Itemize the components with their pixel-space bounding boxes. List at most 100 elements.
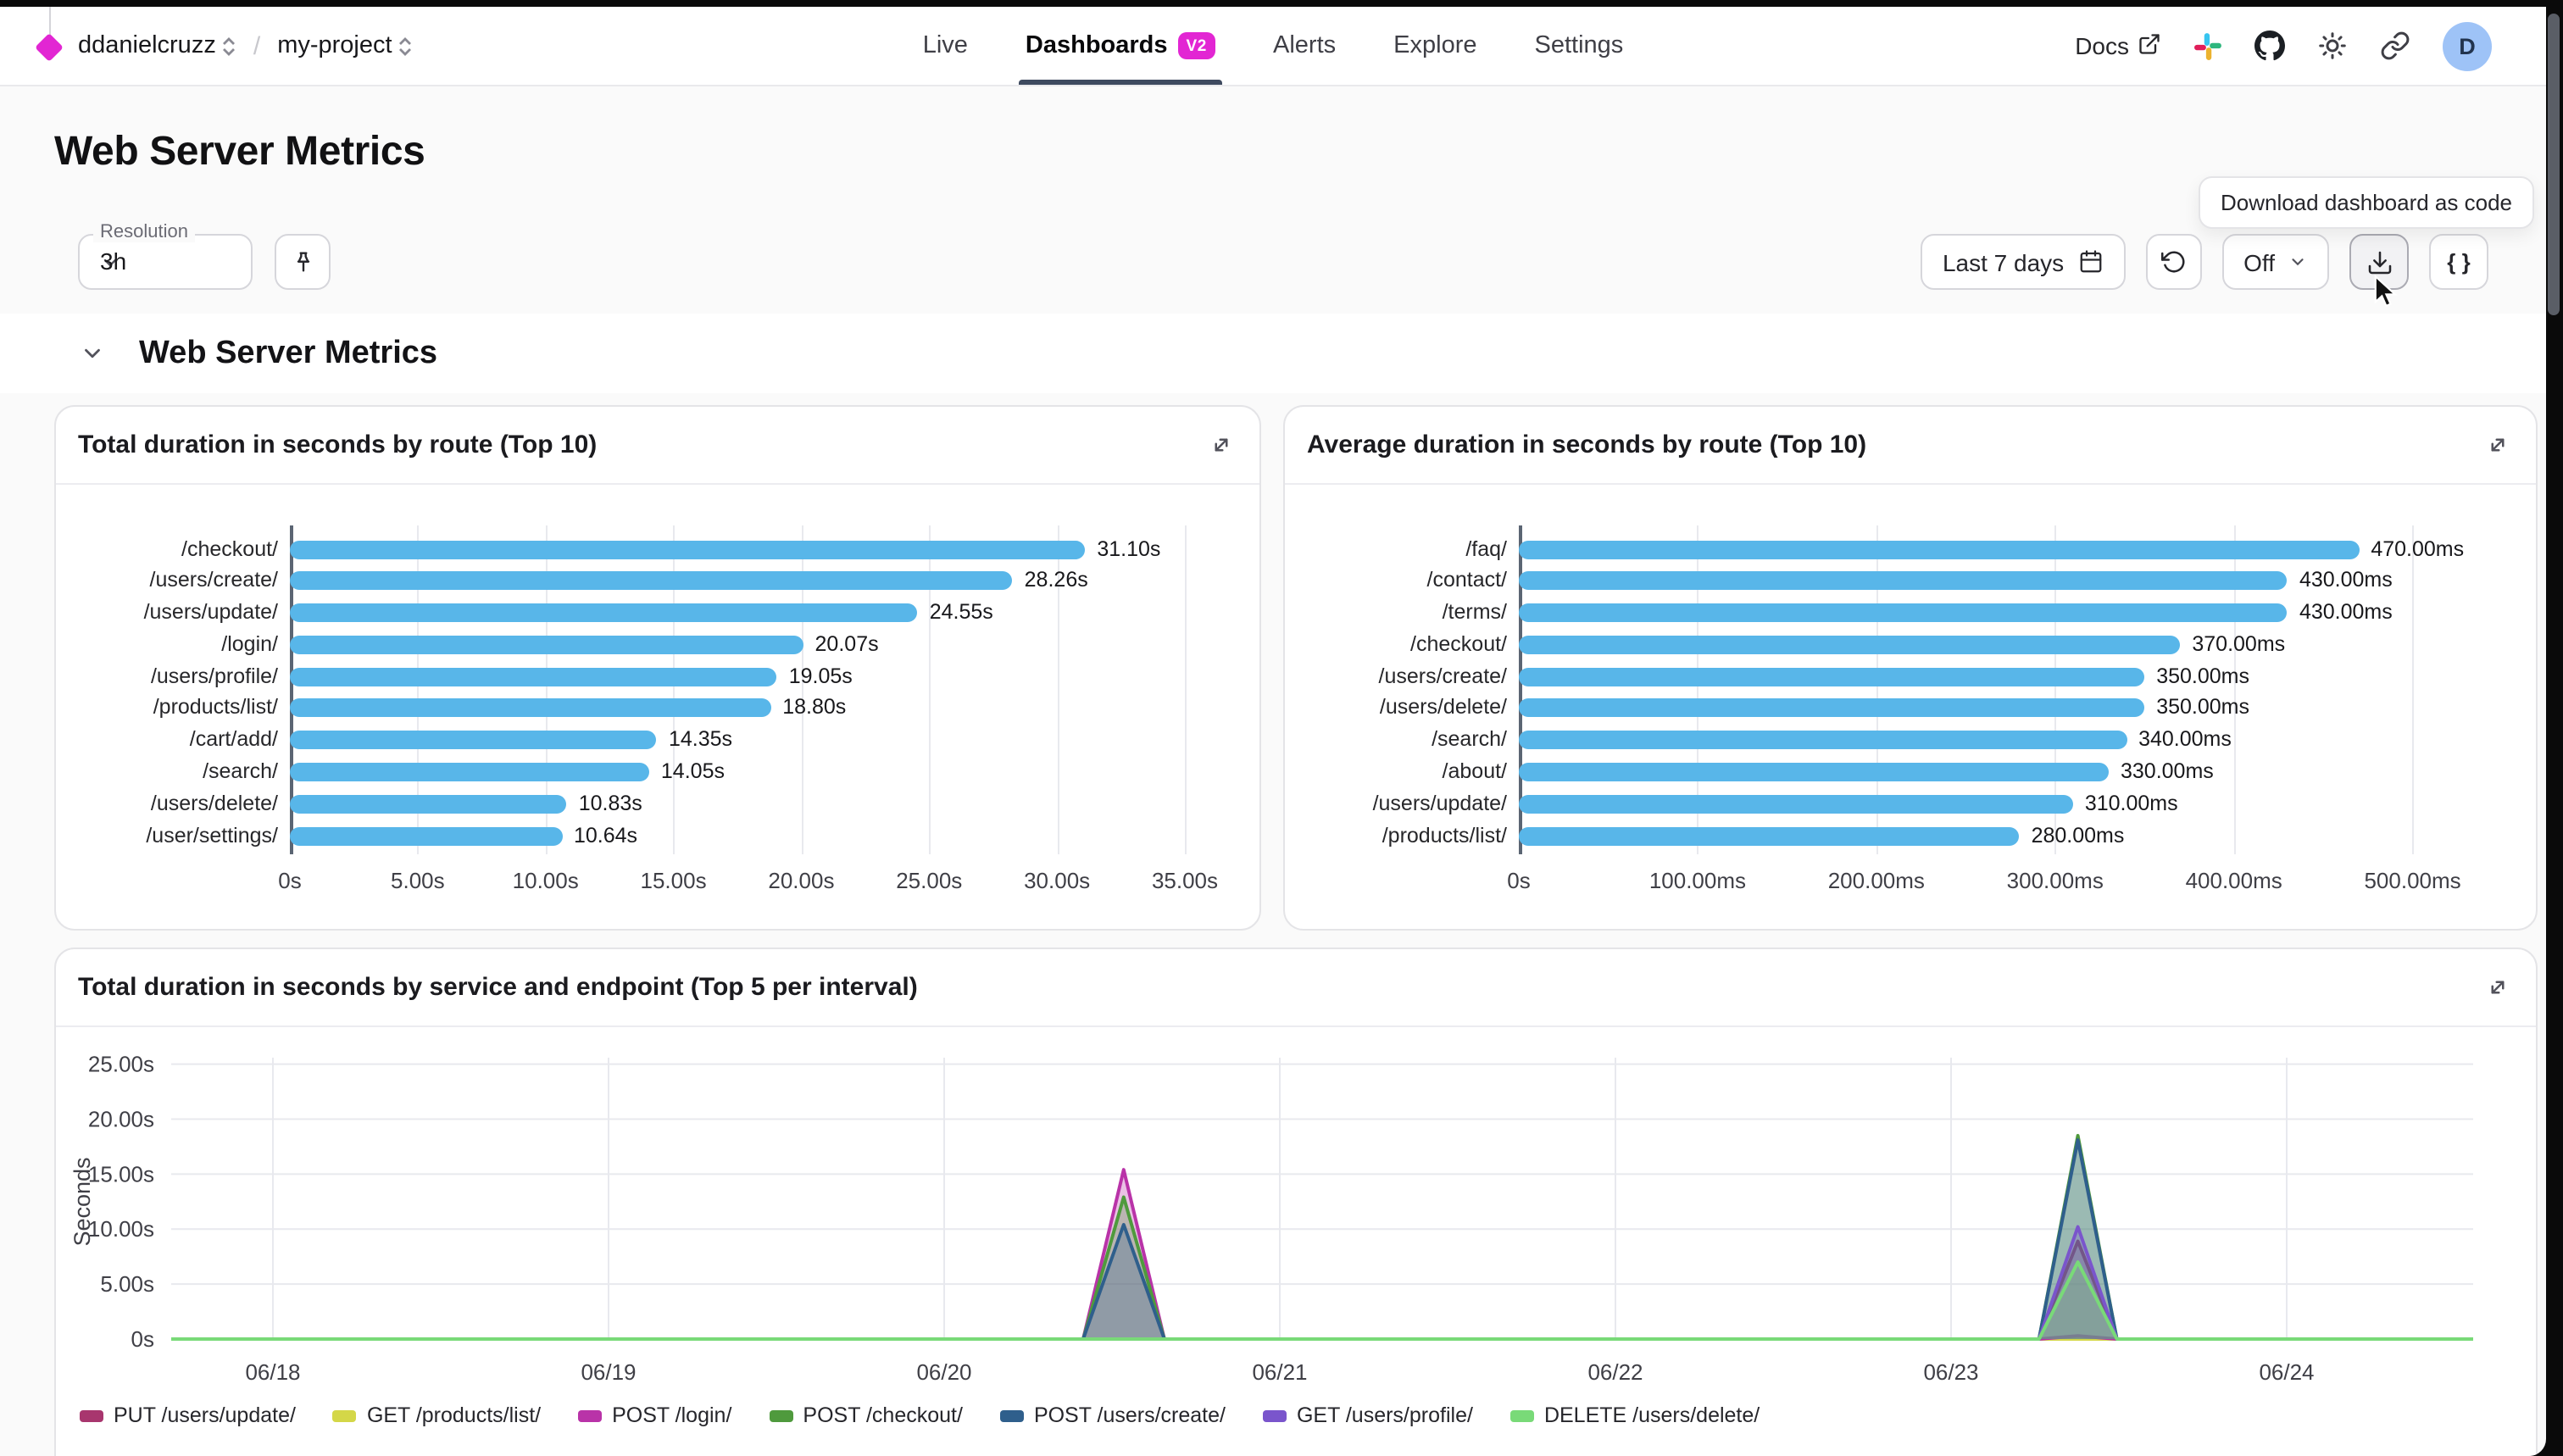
time-range-button[interactable]: Last 7 days xyxy=(1921,234,2125,290)
panel-average-duration-by-route: Average duration in seconds by route (To… xyxy=(1283,405,2538,931)
v2-badge: V2 xyxy=(1178,32,1215,59)
bar[interactable] xyxy=(290,636,803,654)
bar[interactable] xyxy=(1519,699,2144,718)
bar[interactable] xyxy=(1519,572,2288,591)
bar[interactable] xyxy=(290,763,649,781)
category-label: /users/profile/ xyxy=(56,667,278,686)
category-label: /users/delete/ xyxy=(56,794,278,813)
section-header: Web Server Metrics xyxy=(0,314,2546,393)
x-tick-label: 06/20 xyxy=(916,1359,971,1385)
y-tick-label: 20.00s xyxy=(88,1106,154,1131)
bar[interactable] xyxy=(1519,794,2073,813)
panel-total-duration-by-route: Total duration in seconds by route (Top … xyxy=(54,405,1261,931)
series-get-users-profile- xyxy=(171,1227,2473,1339)
section-collapse-button[interactable] xyxy=(80,341,105,366)
slack-icon[interactable] xyxy=(2193,31,2222,60)
value-label: 350.00ms xyxy=(2156,667,2249,686)
area-chart-duration-timeline[interactable]: 0s5.00s10.00s15.00s20.00s25.00s06/1806/1… xyxy=(56,1027,2536,1456)
expand-icon xyxy=(2484,974,2510,999)
resolution-select[interactable]: Resolution 3h xyxy=(78,234,253,290)
legend-item[interactable]: POST /login/ xyxy=(578,1403,731,1427)
tab-dashboards[interactable]: DashboardsV2 xyxy=(1026,7,1215,85)
bar-chart-average-duration[interactable]: 0s100.00ms200.00ms300.00ms400.00ms500.00… xyxy=(1285,485,2536,932)
bar[interactable] xyxy=(1519,826,2020,845)
bar[interactable] xyxy=(290,603,918,622)
panel-duration-by-service-endpoint: Total duration in seconds by service and… xyxy=(54,948,2538,1456)
legend-item[interactable]: GET /users/profile/ xyxy=(1263,1403,1473,1427)
bar[interactable] xyxy=(290,731,657,749)
edit-json-button[interactable]: { } xyxy=(2429,234,2488,290)
bar[interactable] xyxy=(1519,667,2144,686)
x-tick-label: 0s xyxy=(1443,868,1595,893)
bar[interactable] xyxy=(1519,603,2288,622)
bar[interactable] xyxy=(1519,636,2180,654)
bar[interactable] xyxy=(1519,540,2359,559)
value-label: 28.26s xyxy=(1025,572,1088,591)
auto-refresh-select[interactable]: Off xyxy=(2221,234,2329,290)
category-label: /products/list/ xyxy=(1285,826,1507,845)
tab-label: Live xyxy=(923,32,968,59)
docs-link[interactable]: Docs xyxy=(2075,31,2161,60)
project-name: my-project xyxy=(277,32,392,59)
chevron-down-icon xyxy=(2288,253,2307,271)
mouse-cursor xyxy=(2373,275,2399,317)
refresh-button[interactable] xyxy=(2145,234,2201,290)
category-label: /products/list/ xyxy=(56,699,278,718)
pin-icon xyxy=(289,248,316,275)
tab-label: Explore xyxy=(1393,32,1476,59)
value-label: 18.80s xyxy=(782,699,846,718)
bar[interactable] xyxy=(290,794,567,813)
avatar[interactable]: D xyxy=(2443,21,2492,70)
legend-label: GET /users/profile/ xyxy=(1297,1403,1473,1427)
panel-header: Total duration in seconds by route (Top … xyxy=(56,407,1259,485)
bar[interactable] xyxy=(1519,763,2109,781)
legend-item[interactable]: DELETE /users/delete/ xyxy=(1510,1403,1760,1427)
value-label: 24.55s xyxy=(930,603,993,622)
expand-panel-button[interactable] xyxy=(1198,422,1243,466)
expand-panel-button[interactable] xyxy=(2475,964,2519,1009)
refresh-icon xyxy=(2160,249,2186,275)
legend-swatch-icon xyxy=(1263,1409,1287,1421)
category-label: /users/create/ xyxy=(1285,667,1507,686)
bar[interactable] xyxy=(290,826,562,845)
theme-sun-icon[interactable] xyxy=(2317,31,2348,61)
chevron-updown-icon xyxy=(399,36,413,55)
value-label: 430.00ms xyxy=(2299,572,2393,591)
pin-resolution-button[interactable] xyxy=(275,234,331,290)
series-delete-users-delete- xyxy=(171,1262,2473,1339)
tab-explore[interactable]: Explore xyxy=(1393,7,1476,85)
github-icon[interactable] xyxy=(2254,31,2285,61)
category-label: /users/update/ xyxy=(56,603,278,622)
scrollbar[interactable] xyxy=(2548,14,2560,315)
legend-item[interactable]: POST /users/create/ xyxy=(1000,1403,1226,1427)
bar[interactable] xyxy=(290,572,1013,591)
expand-panel-button[interactable] xyxy=(2475,422,2519,466)
value-label: 470.00ms xyxy=(2371,540,2464,559)
org-switcher[interactable]: ddanielcruzz xyxy=(78,32,236,59)
project-switcher[interactable]: my-project xyxy=(277,32,412,59)
category-label: /cart/add/ xyxy=(56,731,278,749)
legend-item[interactable]: POST /checkout/ xyxy=(769,1403,963,1427)
bar[interactable] xyxy=(1519,731,2127,749)
time-range-value: Last 7 days xyxy=(1943,248,2064,275)
panel-title: Average duration in seconds by route (To… xyxy=(1307,431,1866,459)
category-label: /users/delete/ xyxy=(1285,699,1507,718)
tab-settings[interactable]: Settings xyxy=(1535,7,1624,85)
category-label: /users/create/ xyxy=(56,572,278,591)
value-label: 19.05s xyxy=(789,667,853,686)
tab-alerts[interactable]: Alerts xyxy=(1273,7,1336,85)
bar[interactable] xyxy=(290,699,770,718)
bar[interactable] xyxy=(290,540,1085,559)
x-tick-label: 500.00ms xyxy=(2337,868,2489,893)
y-tick-label: 0s xyxy=(131,1326,154,1352)
chart-legend: PUT /users/update/GET /products/list/POS… xyxy=(80,1403,1760,1427)
bar[interactable] xyxy=(290,667,777,686)
grid-line xyxy=(2413,525,2415,854)
legend-item[interactable]: GET /products/list/ xyxy=(333,1403,541,1427)
legend-item[interactable]: PUT /users/update/ xyxy=(80,1403,296,1427)
tab-live[interactable]: Live xyxy=(923,7,968,85)
share-link-icon[interactable] xyxy=(2380,31,2410,61)
calendar-icon xyxy=(2077,249,2103,275)
bar-chart-total-duration[interactable]: 0s5.00s10.00s15.00s20.00s25.00s30.00s35.… xyxy=(56,485,1259,932)
x-tick-label: 06/21 xyxy=(1252,1359,1307,1385)
